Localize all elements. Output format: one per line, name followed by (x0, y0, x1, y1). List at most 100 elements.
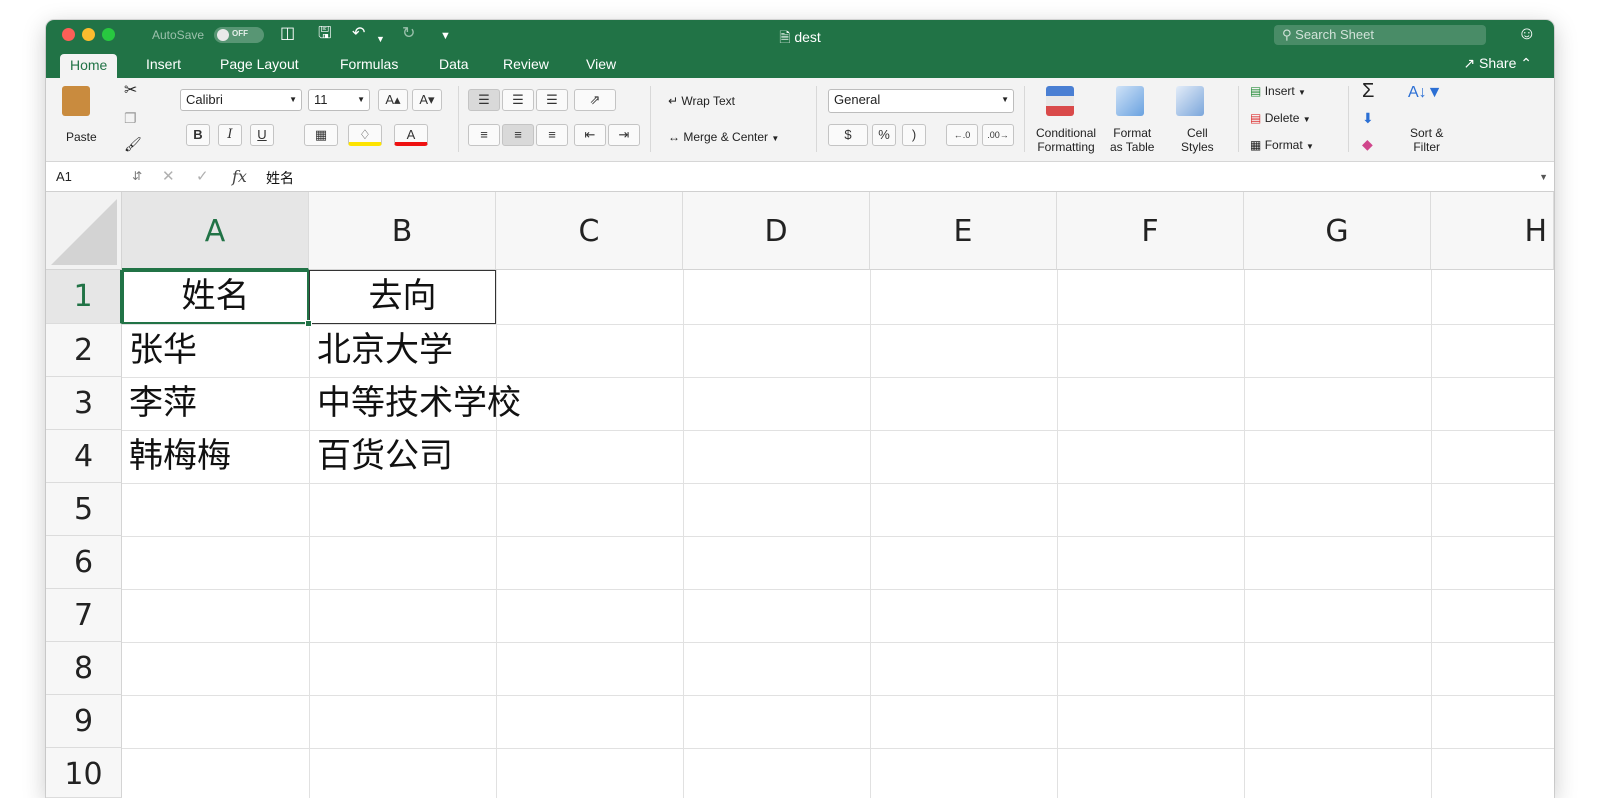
fill-handle[interactable] (305, 320, 312, 327)
format-cells-button[interactable]: ▦ Format ▼ (1250, 138, 1314, 152)
cell-b2[interactable]: 北京大学 (317, 324, 453, 377)
align-center-button[interactable]: ≡ (502, 124, 534, 146)
format-painter-icon[interactable]: 🖌 (124, 136, 142, 153)
autosum-icon[interactable]: Σ (1362, 80, 1374, 103)
search-sheet-input[interactable]: ⚲ Search Sheet (1274, 25, 1486, 45)
document-icon: 🗎 (779, 29, 791, 45)
merge-icon: ↔ (668, 130, 680, 144)
wrap-text-icon: ↵ (668, 94, 679, 108)
row-header-3[interactable]: 3 (46, 377, 122, 430)
bold-button[interactable]: B (186, 124, 210, 146)
increase-font-size-button[interactable]: A▴ (378, 89, 408, 111)
cell-styles-label[interactable]: Cell Styles (1181, 126, 1214, 154)
font-color-button[interactable]: A (394, 124, 428, 146)
format-as-table-icon[interactable] (1116, 86, 1144, 116)
borders-button[interactable]: ▦ (304, 124, 338, 146)
chevron-down-icon: ▼ (771, 134, 780, 143)
italic-button[interactable]: I (218, 124, 242, 146)
tab-view[interactable]: View (586, 56, 616, 72)
format-as-table-label[interactable]: Format as Table (1110, 126, 1154, 154)
cell-b3[interactable]: 中等技术学校 (317, 377, 521, 430)
wrap-text-button[interactable]: ↵ Wrap Text (668, 94, 735, 108)
fill-color-button[interactable]: ♢ (348, 124, 382, 146)
row-header-10[interactable]: 10 (46, 748, 122, 798)
align-middle-button[interactable]: ☰ (502, 89, 534, 111)
share-icon: ↗ (1463, 55, 1476, 71)
merge-center-button[interactable]: ↔ Merge & Center ▼ (668, 130, 779, 144)
number-format-select[interactable]: General ▼ (828, 89, 1014, 113)
name-box-stepper-icon[interactable]: ⇵ (132, 169, 142, 183)
decrease-font-size-button[interactable]: A▾ (412, 89, 442, 111)
column-header-c[interactable]: C (496, 192, 683, 270)
insert-function-button[interactable]: fx (232, 167, 247, 186)
column-header-f[interactable]: F (1057, 192, 1244, 270)
align-right-button[interactable]: ≡ (536, 124, 568, 146)
fill-icon[interactable]: ⬇ (1362, 110, 1374, 127)
tab-data[interactable]: Data (439, 56, 469, 72)
row-header-2[interactable]: 2 (46, 324, 122, 377)
column-header-h[interactable]: H (1431, 192, 1554, 270)
conditional-formatting-icon[interactable] (1046, 86, 1074, 116)
row-header-7[interactable]: 7 (46, 589, 122, 642)
cell-a3[interactable]: 李萍 (129, 377, 197, 430)
name-box[interactable]: A1 (56, 169, 72, 184)
cell-a2[interactable]: 张华 (129, 324, 197, 377)
increase-indent-button[interactable]: ⇥ (608, 124, 640, 146)
decrease-indent-button[interactable]: ⇤ (574, 124, 606, 146)
tab-page-layout[interactable]: Page Layout (220, 56, 299, 72)
cell-a4[interactable]: 韩梅梅 (129, 430, 231, 483)
underline-button[interactable]: U (250, 124, 274, 146)
row-header-8[interactable]: 8 (46, 642, 122, 695)
spreadsheet-grid: A B C D E F G H 1 2 3 4 5 6 7 8 9 10 姓名 … (46, 192, 1554, 798)
select-all-button[interactable] (46, 192, 122, 270)
paste-icon[interactable] (62, 86, 90, 116)
gridline (122, 483, 1554, 484)
feedback-smiley-icon[interactable]: ☺ (1518, 23, 1536, 44)
tab-home[interactable]: Home (60, 54, 118, 79)
row-header-5[interactable]: 5 (46, 483, 122, 536)
conditional-formatting-label[interactable]: Conditional Formatting (1036, 126, 1096, 154)
cut-icon[interactable]: ✂ (124, 80, 137, 100)
formula-input[interactable]: 姓名 (266, 168, 294, 188)
font-size-select[interactable]: 11 ▼ (308, 89, 370, 111)
delete-cells-button[interactable]: ▤ Delete ▼ (1250, 111, 1311, 125)
sort-filter-label[interactable]: Sort & Filter (1410, 126, 1443, 154)
cancel-icon[interactable]: ✕ (162, 167, 175, 185)
currency-button[interactable]: $ (828, 124, 868, 146)
percent-button[interactable]: % (872, 124, 896, 146)
tab-review[interactable]: Review (503, 56, 549, 72)
copy-icon[interactable]: ❐ (124, 110, 137, 127)
column-header-a[interactable]: A (122, 192, 309, 270)
clear-icon[interactable]: ◆ (1362, 136, 1373, 153)
comma-style-button[interactable]: ) (902, 124, 926, 146)
increase-decimal-button[interactable]: ←.0 (946, 124, 978, 146)
row-header-9[interactable]: 9 (46, 695, 122, 748)
enter-icon[interactable]: ✓ (196, 167, 209, 185)
gridline (122, 589, 1554, 590)
gridline (1057, 270, 1058, 798)
align-left-button[interactable]: ≡ (468, 124, 500, 146)
gridline (122, 642, 1554, 643)
align-bottom-button[interactable]: ☰ (536, 89, 568, 111)
row-header-4[interactable]: 4 (46, 430, 122, 483)
column-header-d[interactable]: D (683, 192, 870, 270)
share-button[interactable]: ↗ Share ⌃ (1463, 55, 1532, 72)
chevron-down-icon: ▼ (1298, 88, 1306, 97)
orientation-button[interactable]: ⇗ (574, 89, 616, 111)
cell-styles-icon[interactable] (1176, 86, 1204, 116)
font-name-select[interactable]: Calibri ▼ (180, 89, 302, 111)
column-header-g[interactable]: G (1244, 192, 1431, 270)
decrease-decimal-button[interactable]: .00→ (982, 124, 1014, 146)
column-header-b[interactable]: B (309, 192, 496, 270)
chevron-down-icon: ▼ (289, 95, 297, 104)
expand-formula-bar-icon[interactable]: ▼ (1539, 172, 1548, 182)
tab-insert[interactable]: Insert (146, 56, 181, 72)
cell-b4[interactable]: 百货公司 (317, 430, 453, 483)
align-top-button[interactable]: ☰ (468, 89, 500, 111)
row-header-6[interactable]: 6 (46, 536, 122, 589)
row-header-1[interactable]: 1 (46, 270, 122, 324)
tab-formulas[interactable]: Formulas (340, 56, 398, 72)
sort-filter-icon[interactable]: A↓▼ (1408, 84, 1443, 102)
insert-cells-button[interactable]: ▤ Insert ▼ (1250, 84, 1306, 98)
column-header-e[interactable]: E (870, 192, 1057, 270)
